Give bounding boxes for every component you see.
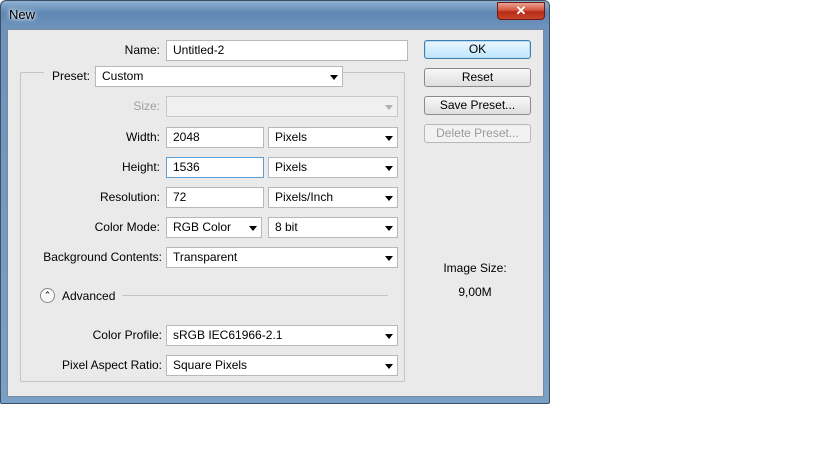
bit-depth-value: 8 bit	[275, 220, 298, 234]
width-unit-select[interactable]: Pixels	[268, 127, 398, 148]
width-label: Width:	[125, 130, 160, 144]
advanced-toggle-button[interactable]: ⌃	[40, 288, 55, 303]
color-profile-label: Color Profile:	[92, 328, 162, 342]
advanced-divider	[122, 295, 388, 296]
preset-value: Custom	[102, 69, 144, 83]
size-select[interactable]	[166, 96, 398, 117]
width-input[interactable]: 2048	[166, 127, 264, 148]
chevron-down-icon	[385, 364, 393, 369]
size-label: Size:	[133, 99, 160, 113]
chevron-down-icon	[330, 75, 338, 80]
height-label: Height:	[121, 160, 160, 174]
bit-depth-select[interactable]: 8 bit	[268, 217, 398, 238]
delete-preset-button[interactable]: Delete Preset...	[424, 124, 531, 143]
pixel-aspect-ratio-label: Pixel Aspect Ratio:	[61, 358, 162, 372]
width-unit-value: Pixels	[275, 130, 308, 144]
chevron-down-icon	[385, 166, 393, 171]
height-input[interactable]: 1536	[166, 157, 264, 178]
background-contents-label: Background Contents:	[43, 250, 162, 264]
preset-label: Preset:	[51, 69, 90, 83]
reset-button[interactable]: Reset	[424, 68, 531, 87]
height-unit-select[interactable]: Pixels	[268, 157, 398, 178]
name-input[interactable]: Untitled-2	[166, 40, 408, 61]
close-icon: ✕	[515, 3, 527, 18]
resolution-unit-select[interactable]: Pixels/Inch	[268, 187, 398, 208]
color-mode-select[interactable]: RGB Color	[166, 217, 262, 238]
chevron-down-icon	[385, 334, 393, 339]
close-button[interactable]: ✕	[497, 2, 545, 20]
image-size-value: 9,00M	[458, 285, 492, 299]
name-label: Name:	[124, 43, 160, 57]
resolution-unit-value: Pixels/Inch	[275, 190, 334, 204]
dialog-title: New	[9, 7, 36, 22]
color-mode-label: Color Mode:	[94, 220, 160, 234]
chevron-down-icon	[385, 196, 393, 201]
chevron-up-circle-icon: ⌃	[43, 290, 52, 300]
pixel-aspect-ratio-value: Square Pixels	[173, 358, 248, 372]
chevron-down-icon	[385, 226, 393, 231]
background-contents-value: Transparent	[173, 250, 238, 264]
background-contents-select[interactable]: Transparent	[166, 247, 398, 268]
color-profile-value: sRGB IEC61966-2.1	[173, 328, 283, 342]
chevron-down-icon	[385, 105, 393, 110]
resolution-label: Resolution:	[99, 190, 160, 204]
save-preset-button[interactable]: Save Preset...	[424, 96, 531, 115]
height-unit-value: Pixels	[275, 160, 308, 174]
pixel-aspect-ratio-select[interactable]: Square Pixels	[166, 355, 398, 376]
chevron-down-icon	[249, 226, 257, 231]
resolution-input[interactable]: 72	[166, 187, 264, 208]
chevron-down-icon	[385, 136, 393, 141]
color-mode-value: RGB Color	[173, 220, 232, 234]
preset-select[interactable]: Custom	[95, 66, 343, 87]
advanced-label: Advanced	[62, 289, 116, 303]
color-profile-select[interactable]: sRGB IEC61966-2.1	[166, 325, 398, 346]
image-size-label: Image Size:	[443, 261, 507, 275]
ok-button[interactable]: OK	[424, 40, 531, 59]
chevron-down-icon	[385, 256, 393, 261]
